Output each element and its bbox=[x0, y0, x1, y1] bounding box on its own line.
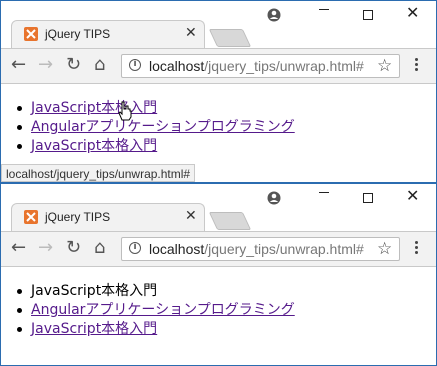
star-icon[interactable]: ☆ bbox=[377, 56, 392, 76]
minimize-button[interactable] bbox=[319, 192, 329, 193]
url-text: localhost/jquery_tips/unwrap.html# bbox=[149, 241, 364, 257]
star-icon[interactable]: ☆ bbox=[377, 239, 392, 259]
list-item: JavaScript本格入門 bbox=[17, 320, 295, 339]
close-tab-icon[interactable]: ✕ bbox=[185, 208, 197, 224]
list-text: JavaScript本格入門 bbox=[31, 283, 158, 299]
maximize-button[interactable] bbox=[363, 193, 373, 203]
browser-window-before: jQuery TIPS ✕ ✕ ← → ↻ ⌂ i localhost/jque… bbox=[0, 0, 437, 183]
menu-dots-icon[interactable] bbox=[415, 241, 419, 256]
title-bar: jQuery TIPS ✕ ✕ bbox=[1, 184, 436, 231]
reload-icon[interactable]: ↻ bbox=[66, 239, 81, 257]
list-link[interactable]: Angularアプリケーションプログラミング bbox=[31, 119, 295, 135]
xampp-icon bbox=[24, 27, 38, 41]
home-icon[interactable]: ⌂ bbox=[94, 239, 105, 257]
list-item: JavaScript本格入門 bbox=[17, 282, 295, 301]
browser-window-after: jQuery TIPS ✕ ✕ ← → ↻ ⌂ i localhost/jque… bbox=[0, 183, 437, 366]
browser-toolbar: ← → ↻ ⌂ i localhost/jquery_tips/unwrap.h… bbox=[1, 48, 436, 84]
minimize-button[interactable] bbox=[319, 9, 329, 10]
address-bar[interactable]: i localhost/jquery_tips/unwrap.html# ☆ bbox=[121, 237, 400, 261]
list-link[interactable]: Angularアプリケーションプログラミング bbox=[31, 302, 295, 318]
book-list: JavaScript本格入門 Angularアプリケーションプログラミング Ja… bbox=[17, 282, 295, 339]
status-bar: localhost/jquery_tips/unwrap.html# bbox=[1, 164, 196, 182]
xampp-icon bbox=[24, 210, 38, 224]
menu-dots-icon[interactable] bbox=[415, 58, 419, 73]
home-icon[interactable]: ⌂ bbox=[94, 56, 105, 74]
close-window-button[interactable]: ✕ bbox=[406, 3, 419, 22]
book-list: JavaScript本格入門 Angularアプリケーションプログラミング Ja… bbox=[17, 99, 295, 156]
list-item: Angularアプリケーションプログラミング bbox=[17, 301, 295, 320]
new-tab-button[interactable] bbox=[208, 29, 252, 47]
title-bar: jQuery TIPS ✕ ✕ bbox=[1, 1, 436, 48]
account-icon[interactable] bbox=[267, 7, 281, 22]
hand-cursor-icon bbox=[118, 101, 132, 121]
close-window-button[interactable]: ✕ bbox=[406, 186, 419, 205]
list-item: JavaScript本格入門 bbox=[17, 137, 295, 156]
new-tab-button[interactable] bbox=[208, 212, 252, 230]
browser-tab[interactable]: jQuery TIPS ✕ bbox=[11, 203, 205, 231]
list-link[interactable]: JavaScript本格入門 bbox=[31, 138, 157, 154]
forward-arrow-icon[interactable]: → bbox=[38, 239, 53, 257]
forward-arrow-icon[interactable]: → bbox=[38, 56, 53, 74]
back-arrow-icon[interactable]: ← bbox=[11, 239, 26, 257]
tab-title: jQuery TIPS bbox=[45, 210, 111, 224]
maximize-button[interactable] bbox=[363, 10, 373, 20]
info-icon[interactable]: i bbox=[129, 242, 141, 254]
browser-toolbar: ← → ↻ ⌂ i localhost/jquery_tips/unwrap.h… bbox=[1, 231, 436, 267]
list-item: JavaScript本格入門 bbox=[17, 99, 295, 118]
back-arrow-icon[interactable]: ← bbox=[11, 56, 26, 74]
list-link[interactable]: JavaScript本格入門 bbox=[31, 321, 157, 337]
address-bar[interactable]: i localhost/jquery_tips/unwrap.html# ☆ bbox=[121, 54, 400, 78]
browser-tab[interactable]: jQuery TIPS ✕ bbox=[11, 20, 205, 48]
list-link[interactable]: JavaScript本格入門 bbox=[31, 100, 157, 116]
reload-icon[interactable]: ↻ bbox=[66, 56, 81, 74]
info-icon[interactable]: i bbox=[129, 59, 141, 71]
url-text: localhost/jquery_tips/unwrap.html# bbox=[149, 58, 364, 74]
list-item: Angularアプリケーションプログラミング bbox=[17, 118, 295, 137]
close-tab-icon[interactable]: ✕ bbox=[185, 25, 197, 41]
account-icon[interactable] bbox=[267, 190, 281, 205]
tab-title: jQuery TIPS bbox=[45, 27, 111, 41]
